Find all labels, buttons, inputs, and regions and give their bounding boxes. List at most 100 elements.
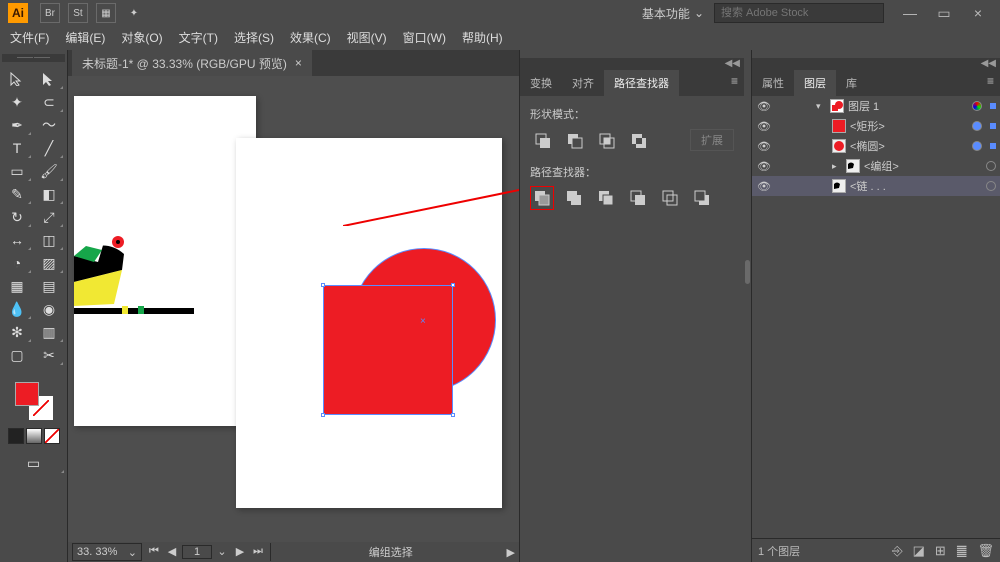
control-strip[interactable] <box>2 54 65 62</box>
visibility-toggle[interactable]: 👁 <box>756 120 772 133</box>
bridge-icon[interactable]: Br <box>40 3 60 23</box>
magic-wand-tool[interactable]: ✦ <box>2 91 32 113</box>
pf-trim-button[interactable] <box>562 186 586 210</box>
tab-transform[interactable]: 变换 <box>520 70 562 96</box>
panel-collapse-grip[interactable]: ◀◀ <box>520 58 744 70</box>
tab-libraries[interactable]: 库 <box>836 70 867 96</box>
delete-layer-icon[interactable]: 🗑 <box>977 543 994 559</box>
menu-type[interactable]: 文字(T) <box>179 26 218 50</box>
visibility-toggle[interactable]: 👁 <box>756 180 772 193</box>
make-clip-icon[interactable]: ◪ <box>913 543 925 559</box>
symbol-spray-tool[interactable]: ✻ <box>2 321 32 343</box>
lasso-tool[interactable]: ⊂ <box>34 91 64 113</box>
target-icon[interactable] <box>972 101 982 111</box>
color-mode-gradient[interactable] <box>26 428 42 444</box>
pen-tool[interactable]: ✒ <box>2 114 32 136</box>
pf-merge-button[interactable] <box>594 186 618 210</box>
document-tab[interactable]: 未标题-1* @ 33.33% (RGB/GPU 预览) × <box>72 50 312 76</box>
eyedropper-tool[interactable]: 💧 <box>2 298 32 320</box>
eraser-tool[interactable]: ◧ <box>34 183 64 205</box>
free-transform-tool[interactable]: ◫ <box>34 229 64 251</box>
width-tool[interactable]: ↔ <box>2 229 32 251</box>
tab-layers[interactable]: 图层 <box>794 70 836 96</box>
tab-properties[interactable]: 属性 <box>752 70 794 96</box>
maximize-button[interactable]: ▭ <box>930 3 958 23</box>
perspective-tool[interactable]: ▨ <box>34 252 64 274</box>
menu-object[interactable]: 对象(O) <box>121 26 162 50</box>
shape-minus-front-button[interactable] <box>562 128 586 152</box>
mesh-tool[interactable]: ▦ <box>2 275 32 297</box>
visibility-toggle[interactable]: 👁 <box>756 140 772 153</box>
stock-icon[interactable]: St <box>68 3 88 23</box>
shape-builder-tool[interactable]: ◔ <box>2 252 32 274</box>
color-mode-none[interactable] <box>44 428 60 444</box>
screen-mode-tool[interactable]: ▭ <box>2 452 65 474</box>
panel-collapse-grip-right[interactable]: ◀◀ <box>752 58 1000 70</box>
target-icon[interactable] <box>972 121 982 131</box>
menu-file[interactable]: 文件(F) <box>10 26 49 50</box>
scale-tool[interactable]: ⤢ <box>34 206 64 228</box>
scroll-pill[interactable] <box>745 260 750 284</box>
panel-menu-icon[interactable]: ≡ <box>725 70 744 96</box>
new-sublayer-icon[interactable]: ⊞ <box>935 543 946 559</box>
shape-unite-button[interactable] <box>530 128 554 152</box>
menu-edit[interactable]: 编辑(E) <box>65 26 105 50</box>
rotate-tool[interactable]: ↻ <box>2 206 32 228</box>
gpu-icon[interactable]: ✦ <box>124 3 144 23</box>
paintbrush-tool[interactable]: 🖌 <box>34 160 64 182</box>
tab-pathfinder[interactable]: 路径查找器 <box>604 70 679 96</box>
direct-selection-tool[interactable] <box>34 68 64 90</box>
artboard-tool[interactable]: ▢ <box>2 344 32 366</box>
arrange-icon[interactable]: ▦ <box>96 3 116 23</box>
tab-close-button[interactable]: × <box>295 56 302 70</box>
shaper-tool[interactable]: ✎ <box>2 183 32 205</box>
slice-tool[interactable]: ✂ <box>34 344 64 366</box>
layer-row-root[interactable]: 👁 ▾ 图层 1 <box>752 96 1000 116</box>
new-layer-icon[interactable]: ䷀ <box>956 543 968 559</box>
visibility-toggle[interactable]: 👁 <box>756 100 772 113</box>
artboard-navigator[interactable]: ⏮◀ 1 ⌄▶⏭ <box>146 545 266 559</box>
target-icon[interactable] <box>972 141 982 151</box>
target-icon[interactable] <box>986 161 996 171</box>
target-icon[interactable] <box>986 181 996 191</box>
panel-divider[interactable] <box>744 50 751 562</box>
menu-window[interactable]: 窗口(W) <box>403 26 446 50</box>
menu-effect[interactable]: 效果(C) <box>290 26 331 50</box>
panel-menu-icon[interactable]: ≡ <box>981 70 1000 96</box>
graph-tool[interactable]: ▥ <box>34 321 64 343</box>
shape-exclude-button[interactable] <box>626 128 650 152</box>
pf-divide-button[interactable] <box>530 186 554 210</box>
layer-row-rect[interactable]: 👁 <矩形> <box>752 116 1000 136</box>
rectangle-shape[interactable] <box>324 286 452 414</box>
type-tool[interactable]: T <box>2 137 32 159</box>
line-tool[interactable]: ╱ <box>34 137 64 159</box>
fill-swatch[interactable] <box>15 382 39 406</box>
menu-view[interactable]: 视图(V) <box>347 26 387 50</box>
rectangle-tool[interactable]: ▭ <box>2 160 32 182</box>
layer-row-link[interactable]: 👁 <链 . . . <box>752 176 1000 196</box>
gradient-tool[interactable]: ▤ <box>34 275 64 297</box>
pf-outline-button[interactable] <box>658 186 682 210</box>
close-button[interactable]: × <box>964 3 992 23</box>
minimize-button[interactable]: — <box>896 3 924 23</box>
locate-object-icon[interactable]: ⎆ <box>892 543 902 559</box>
layer-row-ellipse[interactable]: 👁 <椭圆> <box>752 136 1000 156</box>
workspace-switcher[interactable]: 基本功能 ⌄ <box>642 5 704 22</box>
layer-row-group[interactable]: 👁 ▸ <编组> <box>752 156 1000 176</box>
pf-crop-button[interactable] <box>626 186 650 210</box>
selection-tool[interactable] <box>2 68 32 90</box>
shape-intersect-button[interactable] <box>594 128 618 152</box>
color-mode-solid[interactable] <box>8 428 24 444</box>
zoom-dropdown[interactable]: 33. 33%⌄ <box>72 543 142 561</box>
fill-stroke-swatch[interactable] <box>15 382 53 420</box>
menu-help[interactable]: 帮助(H) <box>462 26 503 50</box>
search-input[interactable] <box>714 3 884 23</box>
blend-tool[interactable]: ◉ <box>34 298 64 320</box>
visibility-toggle[interactable]: 👁 <box>756 160 772 173</box>
canvas[interactable]: × <box>68 76 519 542</box>
pf-minus-back-button[interactable] <box>690 186 714 210</box>
menu-select[interactable]: 选择(S) <box>234 26 274 50</box>
curvature-tool[interactable]: 〜 <box>34 114 64 136</box>
tab-align[interactable]: 对齐 <box>562 70 604 96</box>
expand-button[interactable]: 扩展 <box>690 129 734 151</box>
